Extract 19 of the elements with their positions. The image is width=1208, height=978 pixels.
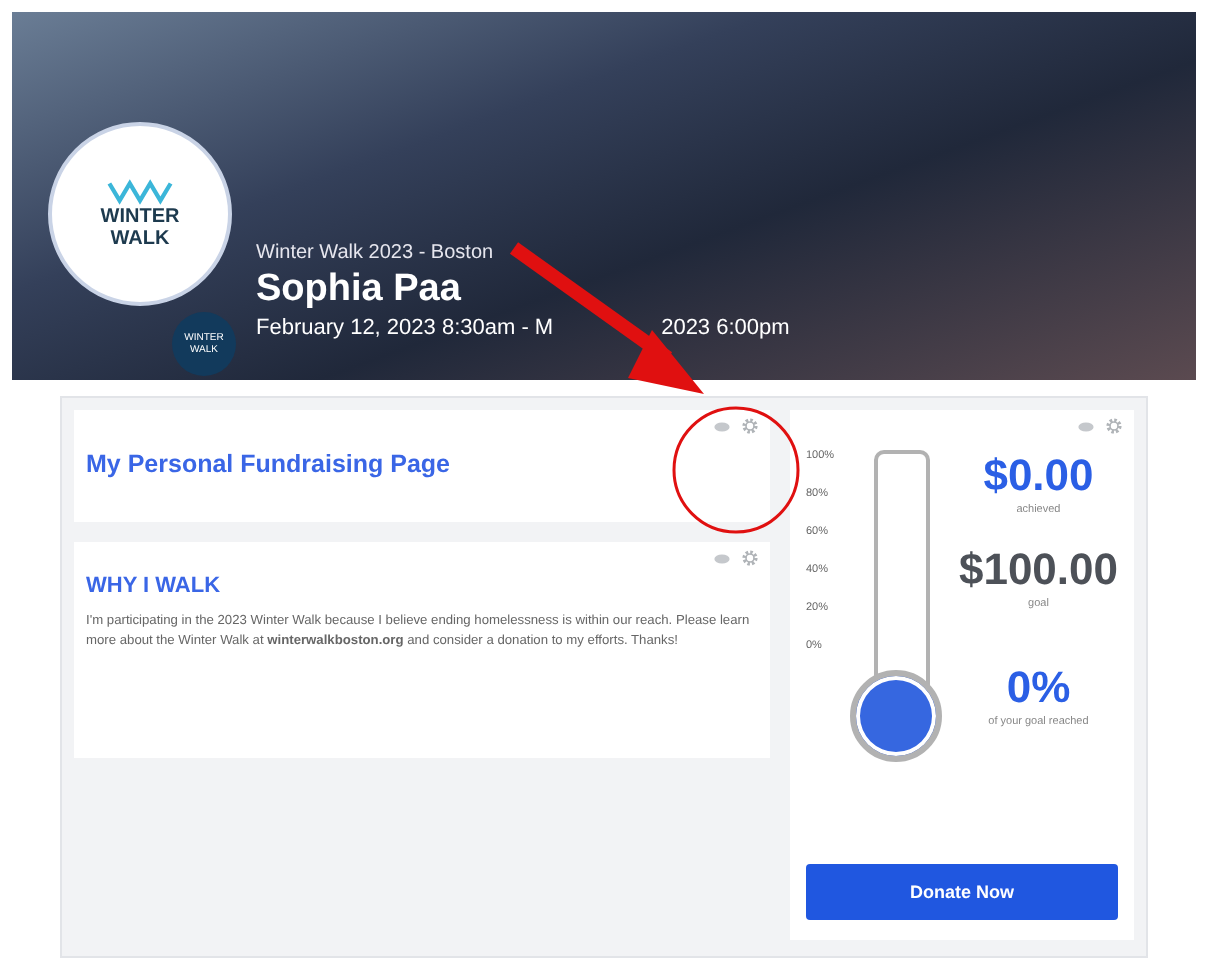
event-date: 2023 6:00pm bbox=[661, 316, 790, 340]
event-date: February 12, 2023 8:30am - M bbox=[256, 316, 554, 340]
settings-icon[interactable] bbox=[1106, 418, 1122, 434]
goal-amount: $100.00 bbox=[958, 544, 1118, 596]
eye-icon[interactable] bbox=[714, 553, 730, 563]
donate-button[interactable]: Donate Now bbox=[806, 864, 1118, 920]
eye-icon[interactable] bbox=[714, 421, 730, 431]
settings-icon[interactable] bbox=[742, 550, 758, 566]
achieved-amount: $0.00 bbox=[983, 450, 1094, 502]
story-heading: WHY I WALK bbox=[86, 574, 223, 598]
eye-icon[interactable] bbox=[1078, 421, 1094, 431]
thermometer-bulb bbox=[850, 670, 942, 762]
settings-icon[interactable] bbox=[742, 418, 758, 434]
participant-name: Sophia Paa bbox=[256, 268, 463, 312]
page-title: My Personal Fundraising Page bbox=[86, 450, 452, 478]
logo-text: WINTER WALK bbox=[98, 206, 182, 250]
logo-icon bbox=[106, 178, 174, 206]
event-title: Winter Walk 2023 - Boston bbox=[256, 242, 496, 264]
percent-reached: 0% bbox=[1006, 662, 1071, 714]
